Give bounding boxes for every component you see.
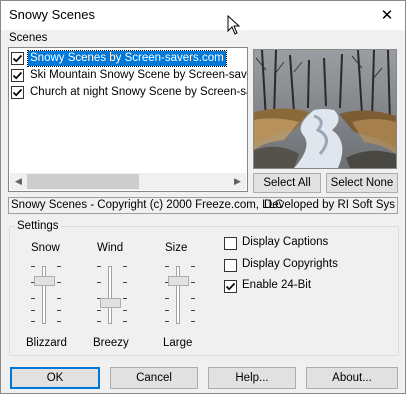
cancel-button[interactable]: Cancel: [110, 367, 198, 389]
display-captions-checkbox[interactable]: [224, 237, 237, 250]
scene-item-2[interactable]: Ski Mountain Snowy Scene by Screen-saver…: [11, 67, 247, 84]
slider-tick: [165, 266, 169, 267]
settings-group-title: Settings: [15, 220, 61, 232]
scene-checkbox-2[interactable]: [11, 69, 24, 82]
scene-checkbox-1[interactable]: [11, 52, 24, 65]
snow-slider-label: Snow: [31, 242, 60, 254]
slider-tick: [191, 310, 195, 311]
snow-slider-thumb[interactable]: [34, 276, 55, 286]
snow-slider-track[interactable]: [42, 266, 46, 324]
checkmark-icon: [225, 282, 236, 291]
scenes-label: Scenes: [9, 32, 48, 44]
wind-slider-label: Wind: [97, 242, 124, 254]
developer-text: Developed by RI Soft Sys: [263, 199, 395, 211]
slider-tick: [165, 321, 169, 322]
slider-tick: [57, 266, 61, 267]
size-value-label: Large: [163, 337, 193, 349]
select-all-button[interactable]: Select All: [253, 173, 321, 193]
slider-tick: [191, 298, 195, 299]
enable-24bit-label[interactable]: Enable 24-Bit: [242, 279, 311, 291]
wind-slider-thumb[interactable]: [100, 298, 121, 308]
slider-tick: [57, 310, 61, 311]
title-bar[interactable]: Snowy Scenes ✕: [1, 1, 405, 30]
mouse-cursor-icon: [227, 15, 241, 35]
checkmark-icon: [12, 88, 23, 97]
close-icon: ✕: [380, 7, 394, 24]
close-button[interactable]: ✕: [375, 4, 399, 26]
slider-tick: [191, 266, 195, 267]
checkmark-icon: [12, 71, 23, 80]
display-captions-label[interactable]: Display Captions: [242, 236, 328, 248]
display-copyrights-label[interactable]: Display Copyrights: [242, 258, 338, 270]
slider-tick: [31, 321, 35, 322]
status-bar: Snowy Scenes - Copyright (c) 2000 Freeze…: [8, 197, 398, 214]
scene-item-3[interactable]: Church at night Snowy Scene by Screen-sa…: [11, 84, 247, 101]
slider-tick: [31, 310, 35, 311]
scene-item-label: Snowy Scenes by Screen-savers.com: [27, 50, 227, 67]
display-copyrights-checkbox[interactable]: [224, 259, 237, 272]
slider-tick: [97, 310, 101, 311]
wind-value-label: Breezy: [93, 337, 129, 349]
slider-tick: [31, 266, 35, 267]
ok-button[interactable]: OK: [10, 367, 100, 389]
slider-tick: [165, 298, 169, 299]
horizontal-scrollbar[interactable]: ◀ ▶: [10, 173, 246, 190]
slider-tick: [97, 282, 101, 283]
scene-preview-image: [253, 49, 397, 169]
scene-checkbox-3[interactable]: [11, 86, 24, 99]
settings-group: [9, 226, 399, 356]
slider-tick: [123, 266, 127, 267]
slider-tick: [165, 310, 169, 311]
enable-24bit-checkbox[interactable]: [224, 280, 237, 293]
slider-tick: [97, 321, 101, 322]
slider-tick: [57, 282, 61, 283]
size-slider-label: Size: [165, 242, 188, 254]
scroll-left-button[interactable]: ◀: [10, 173, 27, 190]
copyright-text: Snowy Scenes - Copyright (c) 2000 Freeze…: [11, 199, 284, 211]
scene-item-1[interactable]: Snowy Scenes by Screen-savers.com: [11, 50, 247, 67]
about-button[interactable]: About...: [306, 367, 398, 389]
slider-tick: [123, 321, 127, 322]
slider-tick: [31, 298, 35, 299]
slider-tick: [123, 282, 127, 283]
help-button[interactable]: Help...: [208, 367, 296, 389]
checkmark-icon: [12, 54, 23, 63]
size-slider-track[interactable]: [176, 266, 180, 324]
slider-tick: [191, 282, 195, 283]
scene-item-label: Ski Mountain Snowy Scene by Screen-saver…: [30, 69, 248, 81]
slider-tick: [123, 298, 127, 299]
dialog-window: Snowy Scenes ✕ Scenes Snowy Scenes by Sc…: [0, 0, 406, 394]
scrollbar-thumb[interactable]: [27, 174, 139, 189]
size-slider-thumb[interactable]: [168, 276, 189, 286]
snow-value-label: Blizzard: [26, 337, 67, 349]
select-none-button[interactable]: Select None: [326, 173, 398, 193]
scene-item-label: Church at night Snowy Scene by Screen-sa…: [30, 86, 248, 98]
slider-tick: [123, 310, 127, 311]
chevron-right-icon: ▶: [234, 176, 241, 186]
slider-tick: [191, 321, 195, 322]
slider-tick: [57, 298, 61, 299]
scroll-right-button[interactable]: ▶: [229, 173, 246, 190]
slider-tick: [57, 321, 61, 322]
window-title: Snowy Scenes: [9, 7, 95, 22]
scenes-listbox[interactable]: Snowy Scenes by Screen-savers.com Ski Mo…: [8, 47, 248, 192]
chevron-left-icon: ◀: [15, 176, 22, 186]
wind-slider-track[interactable]: [108, 266, 112, 324]
slider-tick: [97, 266, 101, 267]
